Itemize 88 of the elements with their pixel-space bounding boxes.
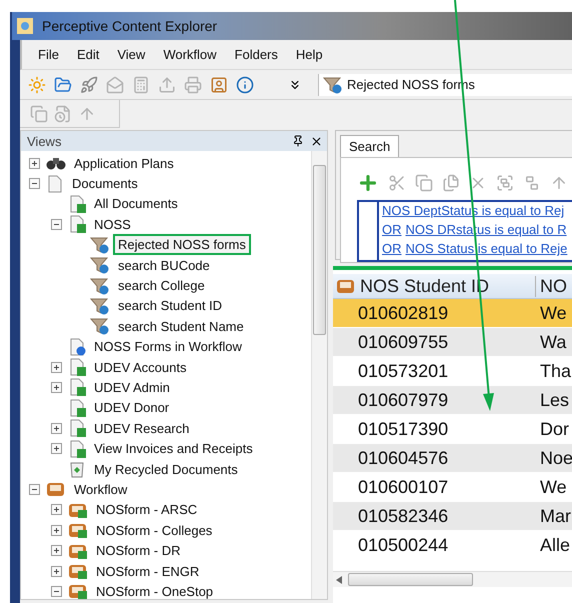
collapse-icon[interactable] xyxy=(29,178,40,190)
folder-icon[interactable] xyxy=(54,76,72,94)
table-row[interactable]: 010607979 Les xyxy=(333,386,572,415)
table-cell-text: 010582346 xyxy=(357,506,450,526)
tab[interactable]: Search xyxy=(340,135,400,157)
tree-item[interactable]: UDEV Research xyxy=(89,418,194,439)
inbox-icon xyxy=(336,278,356,294)
tree-item[interactable]: My Recycled Documents xyxy=(89,458,243,480)
tree-item[interactable]: NOSform - OneStop xyxy=(91,580,218,599)
menu-item[interactable]: Workflow xyxy=(163,47,217,62)
scrollbar[interactable] xyxy=(333,571,572,587)
collapse-icon[interactable] xyxy=(51,586,62,597)
expand-icon[interactable] xyxy=(51,545,62,556)
table-cell-text: Dor xyxy=(539,418,570,440)
menu-item[interactable]: Help xyxy=(296,47,323,62)
table-cell-text: Noe xyxy=(539,448,572,468)
tree-item[interactable]: NOSform - ARSC xyxy=(91,499,202,520)
scroll-left-icon[interactable] xyxy=(336,576,342,584)
menu-item[interactable]: File xyxy=(38,47,59,62)
table-cell-text: 010600107 xyxy=(357,476,450,498)
panel-title: Views xyxy=(27,134,62,148)
table-cell-text: Mar xyxy=(539,506,572,526)
window-title: Perceptive Content Explorer xyxy=(42,18,218,34)
tree-item[interactable]: Workflow xyxy=(69,478,132,500)
document-icon xyxy=(46,174,64,193)
tree-item[interactable]: View Invoices and Receipts xyxy=(89,438,258,460)
tree-item[interactable]: search Student Name xyxy=(113,316,249,337)
tree-item[interactable]: UDEV Accounts xyxy=(89,356,192,378)
tree-item[interactable]: Rejected NOSS forms xyxy=(113,234,251,256)
expand-icon[interactable] xyxy=(51,504,62,516)
collapse-icon[interactable] xyxy=(51,218,62,230)
app-icon xyxy=(16,17,34,35)
menu-item[interactable]: View xyxy=(117,47,146,62)
tree-item[interactable]: NOSS xyxy=(89,214,136,235)
add-icon[interactable] xyxy=(357,172,379,194)
expand-icon[interactable] xyxy=(51,422,62,434)
tree-item[interactable]: UDEV Admin xyxy=(89,377,175,398)
table-row[interactable]: 010609755 Wa xyxy=(333,328,572,357)
table-row[interactable]: 010602819 We xyxy=(333,299,572,328)
expand-icon[interactable] xyxy=(29,158,40,169)
table-cell-text: 010573201 xyxy=(357,360,450,382)
user-icon[interactable] xyxy=(210,76,228,94)
table-cell-text: 010604576 xyxy=(357,448,450,468)
info-icon[interactable] xyxy=(236,76,254,94)
table-cell-text: 010607979 xyxy=(357,390,450,410)
rocket-icon[interactable] xyxy=(80,76,98,94)
table-row[interactable]: 010582346 Mar xyxy=(333,502,572,531)
tree-item[interactable]: Application Plans xyxy=(69,152,179,174)
table-cell-text: We xyxy=(539,476,568,498)
tree-item[interactable]: UDEV Donor xyxy=(89,397,174,418)
table-cell-text: Tha xyxy=(539,360,572,382)
table-cell-text: 010609755 xyxy=(357,332,450,352)
tree-item[interactable]: NOSS Forms in Workflow xyxy=(89,336,247,358)
recycle-bin-icon xyxy=(68,460,86,478)
table-cell-text: 010517390 xyxy=(357,418,450,440)
operator-link[interactable]: OR xyxy=(382,241,402,260)
menu-item[interactable]: Edit xyxy=(76,47,100,62)
tree-item[interactable]: NOSform - ENGR xyxy=(91,560,204,582)
binoculars-icon xyxy=(46,155,66,172)
criteria-link[interactable]: NOS Status is equal to Reje xyxy=(406,241,568,260)
expand-icon[interactable] xyxy=(51,524,62,536)
tree-item[interactable]: NOSform - DR xyxy=(91,540,186,562)
pin-icon[interactable] xyxy=(292,134,304,146)
scrollbar[interactable] xyxy=(311,151,327,599)
operator-link[interactable]: OR xyxy=(382,222,402,241)
column-header[interactable]: NO xyxy=(536,276,572,296)
inbox-icon xyxy=(46,481,66,498)
expand-icon[interactable] xyxy=(51,362,62,373)
close-icon[interactable] xyxy=(310,134,323,148)
table-cell-text: 010602819 xyxy=(357,302,450,324)
tree-item[interactable]: search College xyxy=(113,275,210,296)
table-cell-text: Les xyxy=(539,390,570,410)
collapse-icon[interactable] xyxy=(29,484,40,495)
tree-item[interactable]: search Student ID xyxy=(113,295,228,316)
sun-icon[interactable] xyxy=(28,76,46,94)
table-row[interactable]: 010604576 Noe xyxy=(333,444,572,473)
table-cell-text: Alle xyxy=(539,534,572,556)
table-cell-text: Wa xyxy=(539,332,568,352)
tree-item[interactable]: search BUCode xyxy=(113,254,215,276)
expand-icon[interactable] xyxy=(51,443,62,454)
expand-icon[interactable] xyxy=(51,566,62,576)
table-cell-text: 010500244 xyxy=(357,534,450,556)
expand-icon[interactable] xyxy=(51,382,62,393)
tree-item[interactable]: All Documents xyxy=(89,193,183,214)
table-cell-text: We xyxy=(539,302,568,324)
tree-item[interactable]: Documents xyxy=(67,173,143,194)
menu-item[interactable]: Folders xyxy=(234,47,278,62)
tree-item[interactable]: NOSform - Colleges xyxy=(91,520,218,541)
